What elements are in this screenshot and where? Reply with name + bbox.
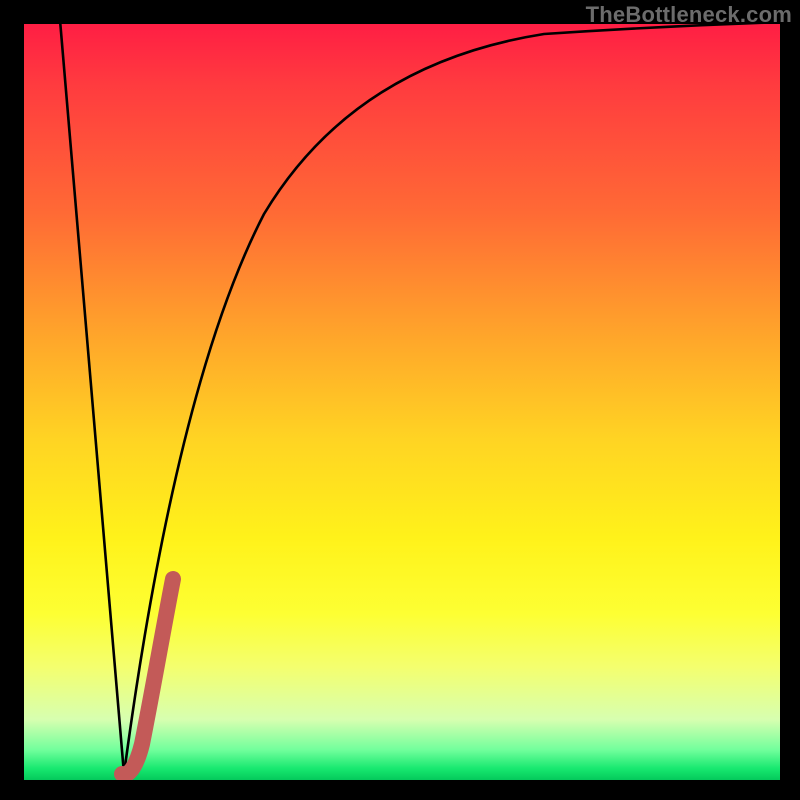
recovery-curve [124, 24, 780, 774]
chart-curves [24, 24, 780, 780]
chart-frame: TheBottleneck.com [0, 0, 800, 800]
plot-area [24, 24, 780, 780]
left-descent-line [60, 24, 124, 774]
highlighted-segment [122, 579, 173, 775]
